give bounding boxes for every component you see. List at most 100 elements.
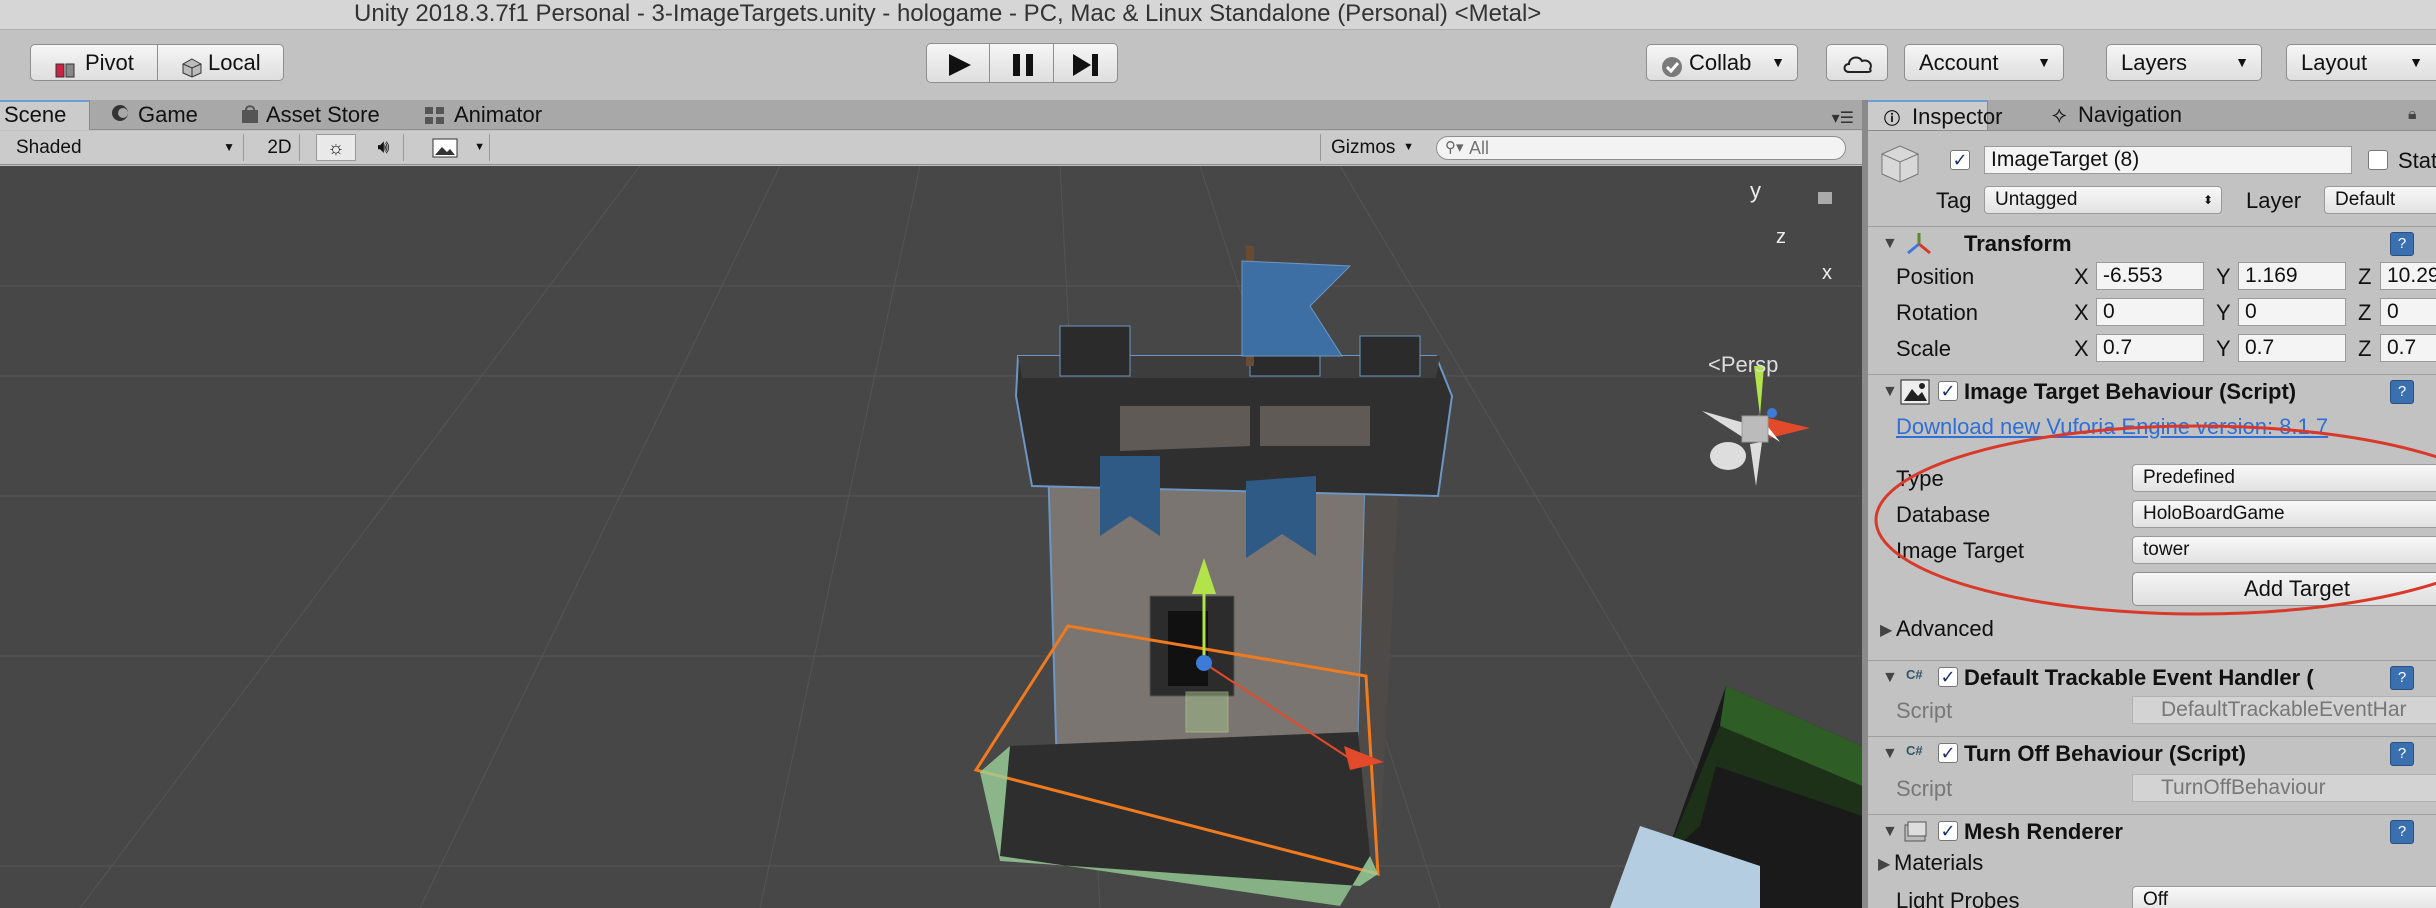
collab-label: Collab	[1689, 50, 1752, 75]
script-field[interactable]: TurnOffBehaviour	[2132, 774, 2436, 802]
chevron-down-icon: ▼	[223, 140, 235, 154]
search-input[interactable]	[1469, 137, 1829, 159]
static-checkbox[interactable]	[2368, 150, 2388, 170]
object-name-field[interactable]: ImageTarget (8)	[1984, 146, 2352, 174]
hierarchy-search-field[interactable]: ⚲▾	[1436, 136, 1846, 160]
cloud-icon	[1841, 51, 1875, 86]
scale-x-field[interactable]: 0.7	[2096, 334, 2204, 362]
mesh-renderer-header[interactable]: ▼ ✓ Mesh Renderer ?	[1868, 814, 2436, 848]
tab-scene[interactable]: Scene	[0, 100, 90, 130]
scale-z-field[interactable]: 0.7	[2380, 334, 2436, 362]
play-icon	[947, 52, 973, 87]
tab-game[interactable]: Game	[110, 100, 210, 130]
animator-icon	[424, 104, 446, 133]
default-trackable-header[interactable]: ▼ C# ✓ Default Trackable Event Handler (…	[1868, 660, 2436, 694]
component-enabled-checkbox[interactable]: ✓	[1938, 821, 1958, 841]
static-label: Stat	[2398, 148, 2436, 173]
scene-viewport[interactable]: y z x <Persp	[0, 166, 1862, 908]
layer-dropdown[interactable]: Default	[2324, 186, 2436, 214]
local-button[interactable]: Local	[158, 44, 284, 81]
scale-y-field[interactable]: 0.7	[2238, 334, 2346, 362]
panel-menu-icon[interactable]: ▾☰	[1832, 108, 1854, 128]
help-book-icon[interactable]: ?	[2390, 742, 2414, 766]
lock-icon[interactable]	[1818, 192, 1832, 204]
layout-dropdown[interactable]: Layout ▼	[2286, 44, 2436, 81]
inspector-panel: ⓘ Inspector ⟡ Navigation 🔒︎ ✓ ImageTarge…	[1868, 100, 2436, 908]
pause-button[interactable]	[990, 43, 1054, 83]
chevron-down-icon: ▼	[474, 141, 485, 153]
step-icon	[1072, 52, 1100, 87]
collab-dropdown[interactable]: Collab ▼	[1646, 44, 1798, 81]
advanced-foldout[interactable]: ▶ Advanced	[1880, 616, 1994, 641]
tab-animator-label: Animator	[454, 102, 543, 127]
gameobject-icon	[1878, 142, 1922, 191]
step-button[interactable]	[1054, 43, 1118, 83]
mesh-renderer-icon	[1904, 821, 1928, 848]
lighting-toggle[interactable]: ☼	[316, 134, 356, 161]
layers-dropdown[interactable]: Layers ▼	[2106, 44, 2262, 81]
audio-toggle[interactable]: 🔊︎	[364, 134, 404, 161]
position-x-value: -6.553	[2103, 264, 2163, 287]
cloud-button[interactable]	[1826, 44, 1888, 81]
ground-grid	[0, 166, 1862, 908]
lock-icon[interactable]: 🔒︎	[2408, 106, 2417, 124]
position-z-field[interactable]: 10.29	[2380, 262, 2436, 290]
object-name-value: ImageTarget (8)	[1991, 148, 2140, 171]
help-book-icon[interactable]: ?	[2390, 820, 2414, 844]
position-y-field[interactable]: 1.169	[2238, 262, 2346, 290]
layer-label: Layer	[2246, 188, 2302, 213]
stepper-arrows-icon: ⬍	[2202, 193, 2213, 207]
pivot-button[interactable]: Pivot	[30, 44, 158, 81]
tab-asset-store[interactable]: Asset Store	[240, 100, 400, 130]
tab-inspector[interactable]: ⓘ Inspector	[1868, 100, 2003, 130]
rotation-x-value: 0	[2103, 300, 2115, 323]
pivot-icon	[55, 54, 75, 78]
help-book-icon[interactable]: ?	[2390, 666, 2414, 690]
rotation-x-field[interactable]: 0	[2096, 298, 2204, 326]
navigation-icon: ⟡	[2052, 102, 2067, 127]
help-book-icon[interactable]: ?	[2390, 232, 2414, 256]
2d-toggle[interactable]: 2D	[260, 134, 300, 161]
script-label: Script	[1896, 776, 1953, 801]
script-field[interactable]: DefaultTrackableEventHar	[2132, 696, 2436, 724]
position-x-field[interactable]: -6.553	[2096, 262, 2204, 290]
rotation-z-field[interactable]: 0	[2380, 298, 2436, 326]
play-button[interactable]	[926, 43, 990, 83]
gizmo-x-label: x	[1822, 262, 1832, 284]
shading-mode-dropdown[interactable]: Shaded ▼	[4, 134, 244, 161]
shading-mode-label: Shaded	[16, 137, 82, 158]
account-dropdown[interactable]: Account ▼	[1904, 44, 2064, 81]
light-probes-dropdown[interactable]: Off	[2132, 886, 2436, 908]
tab-animator[interactable]: Animator	[424, 100, 574, 130]
rotation-y-field[interactable]: 0	[2238, 298, 2346, 326]
transform-header[interactable]: ▼ Transform ?	[1868, 226, 2436, 260]
chevron-down-icon: ▼	[1403, 141, 1414, 153]
image-target-header[interactable]: ▼ ✓ Image Target Behaviour (Script) ?	[1868, 374, 2436, 408]
y-axis-label: Y	[2216, 264, 2231, 289]
component-enabled-checkbox[interactable]: ✓	[1938, 667, 1958, 687]
image-target-icon	[1900, 379, 1930, 410]
help-book-icon[interactable]: ?	[2390, 380, 2414, 404]
image-target-title: Image Target Behaviour (Script)	[1964, 379, 2297, 404]
component-enabled-checkbox[interactable]: ✓	[1938, 743, 1958, 763]
rotation-y-value: 0	[2245, 300, 2257, 323]
tag-dropdown[interactable]: Untagged ⬍	[1984, 186, 2222, 214]
projection-toggle[interactable]: <Persp	[1708, 352, 1778, 378]
component-enabled-checkbox[interactable]: ✓	[1938, 381, 1958, 401]
position-label: Position	[1896, 264, 1975, 289]
script-value: TurnOffBehaviour	[2161, 776, 2326, 799]
gizmos-dropdown[interactable]: Gizmos ▼	[1320, 134, 1420, 161]
foldout-expanded-icon: ▼	[1882, 235, 1898, 252]
tab-navigation[interactable]: ⟡ Navigation	[2052, 100, 2232, 130]
light-probes-value: Off	[2143, 889, 2168, 908]
effects-dropdown[interactable]: ▼	[424, 134, 490, 161]
scene-orientation-gizmo[interactable]	[1702, 366, 1810, 486]
scale-z-value: 0.7	[2387, 336, 2417, 359]
layers-label: Layers	[2121, 50, 2188, 75]
turn-off-header[interactable]: ▼ C# ✓ Turn Off Behaviour (Script) ?	[1868, 736, 2436, 770]
active-checkbox[interactable]: ✓	[1950, 150, 1970, 170]
foldout-expanded-icon: ▼	[1882, 823, 1898, 840]
materials-foldout[interactable]: ▶ Materials	[1878, 850, 1983, 875]
y-axis-label: Y	[2216, 300, 2231, 325]
chevron-down-icon: ▼	[1771, 54, 1785, 70]
